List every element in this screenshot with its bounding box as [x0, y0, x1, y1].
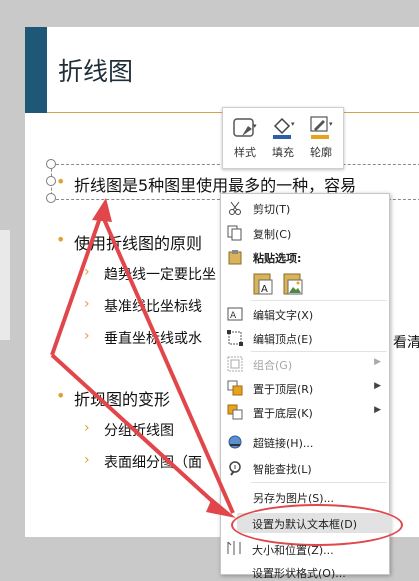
annotation-arrows	[50, 198, 236, 518]
